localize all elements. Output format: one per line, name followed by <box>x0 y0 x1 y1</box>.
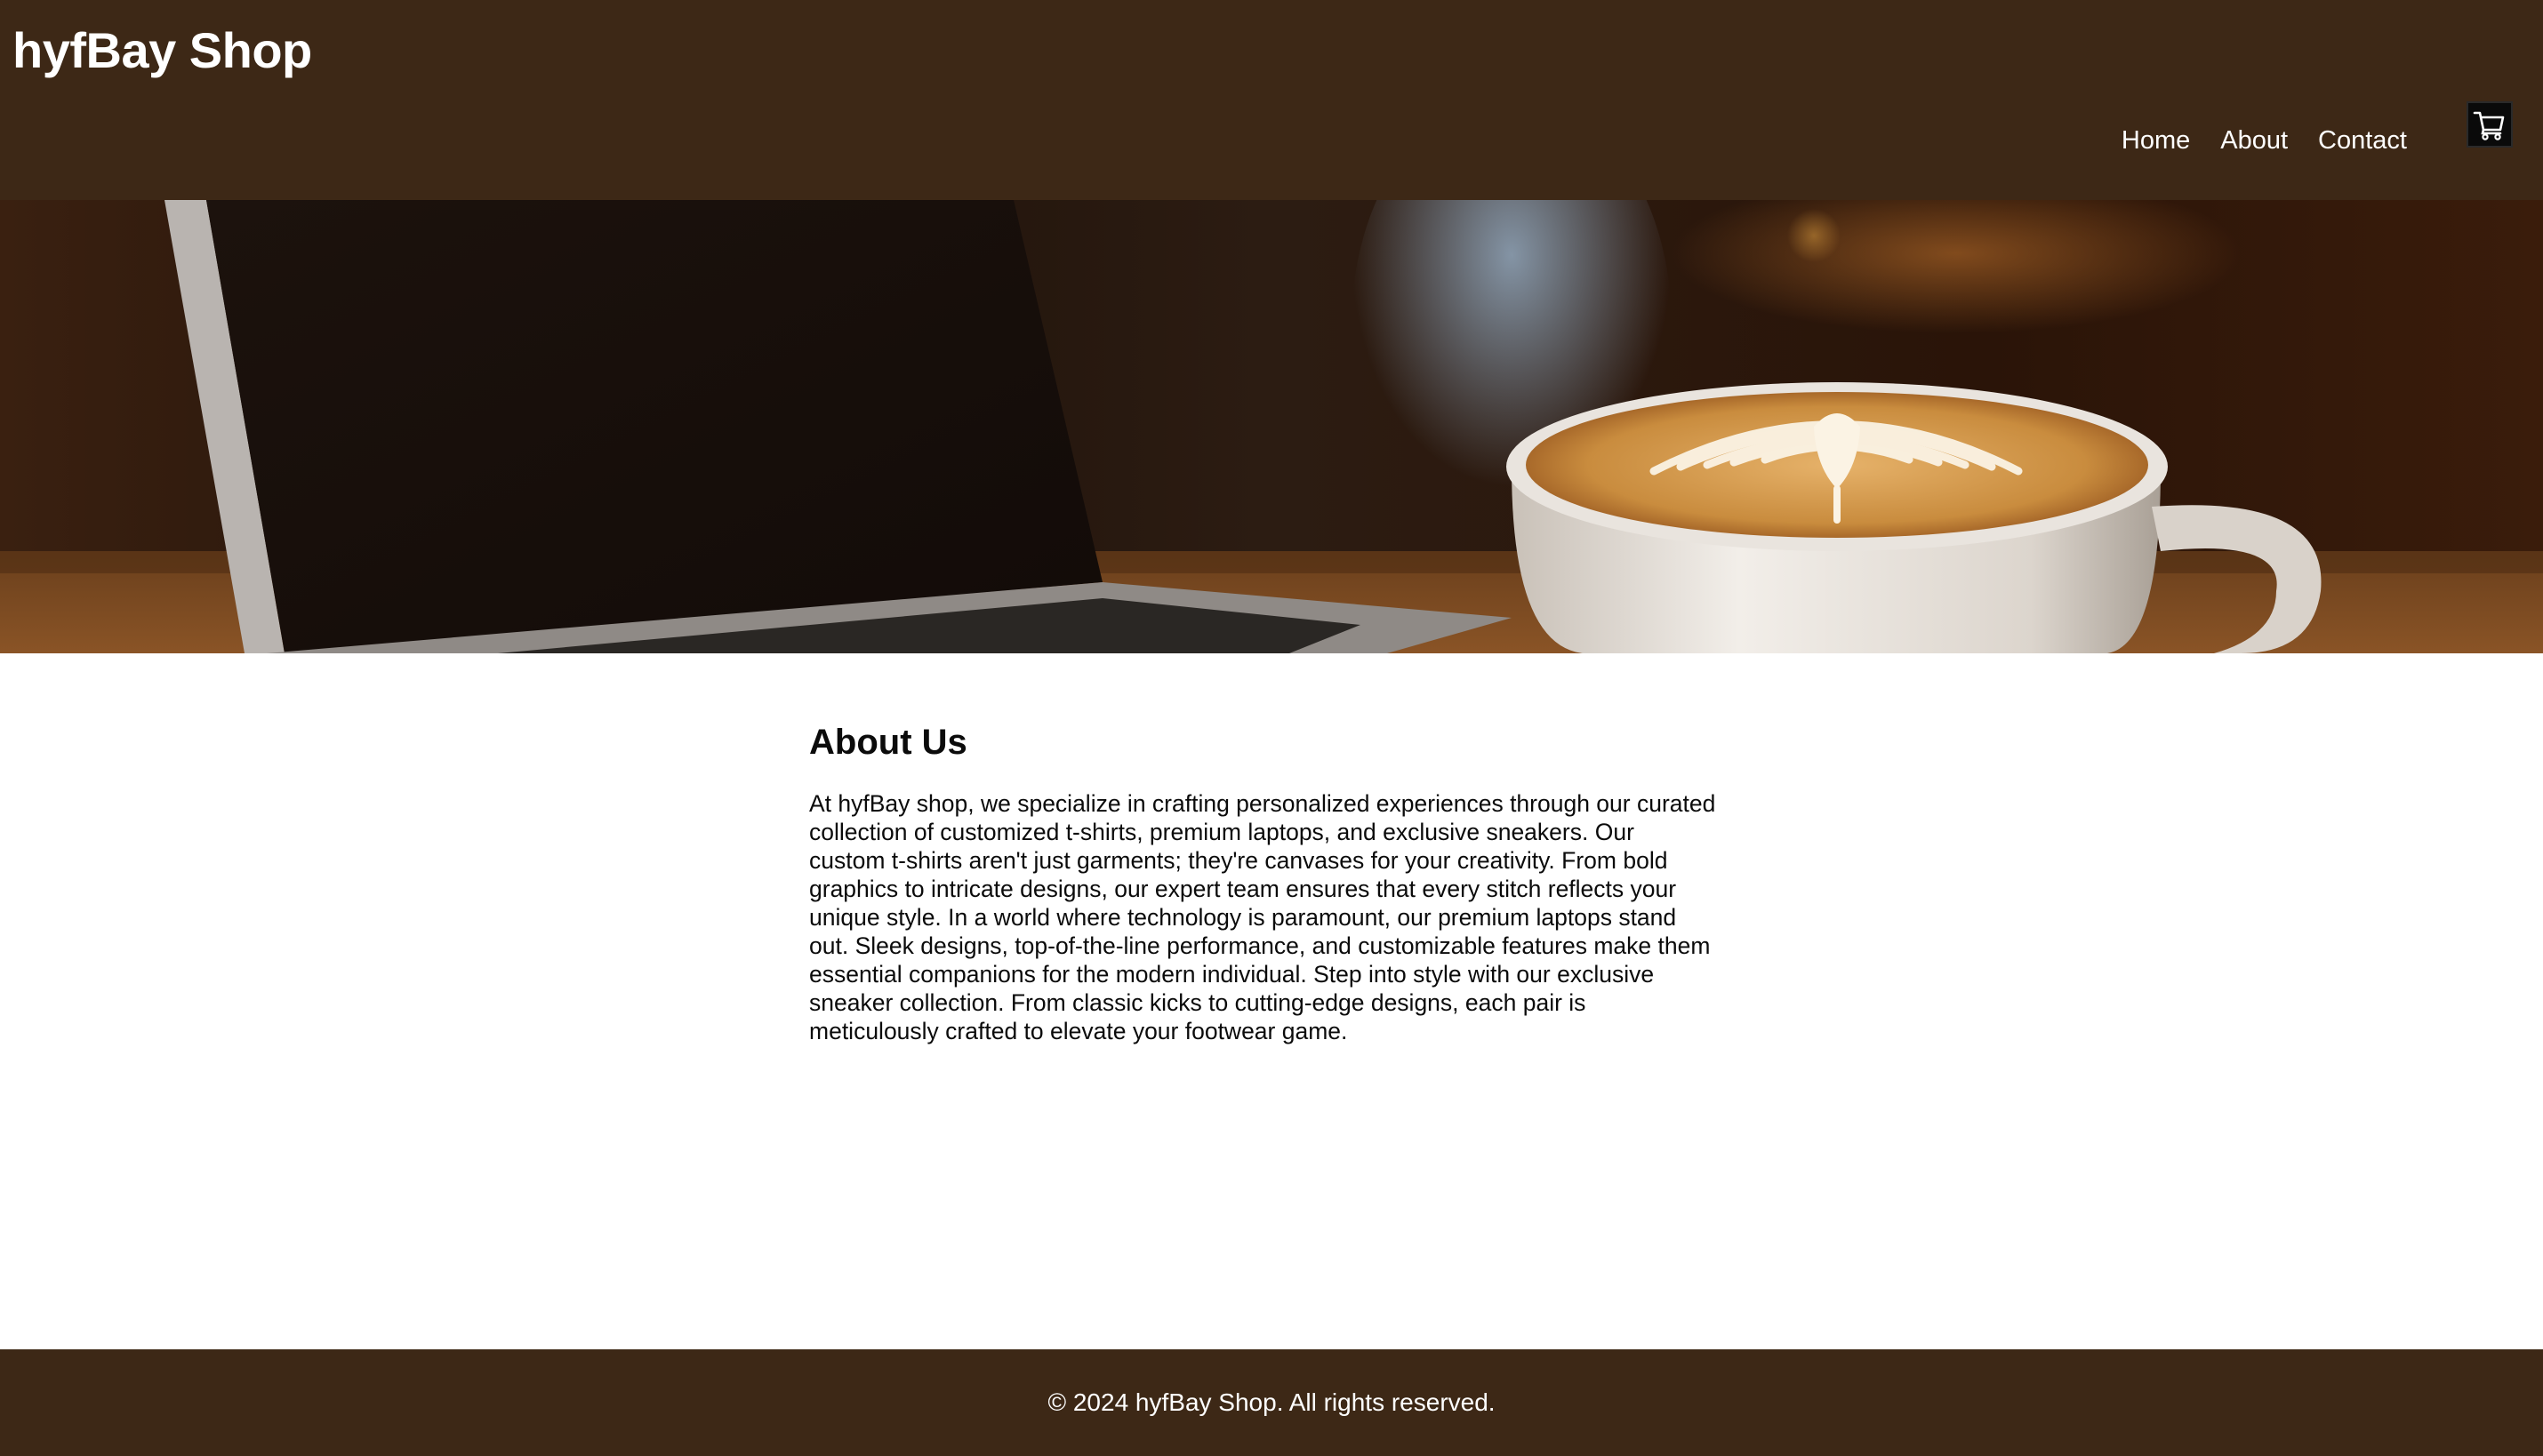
hero-banner <box>0 200 2543 653</box>
nav-link-about[interactable]: About <box>2220 121 2288 160</box>
site-header: hyfBay Shop Home About Contact <box>0 0 2543 200</box>
about-paragraph: At hyfBay shop, we specialize in craftin… <box>809 790 1716 1044</box>
footer-copyright: © 2024 hyfBay Shop. All rights reserved. <box>1047 1388 1496 1416</box>
shopping-cart-icon <box>2473 111 2505 140</box>
hero-image <box>0 200 2543 653</box>
nav-link-contact[interactable]: Contact <box>2318 121 2407 160</box>
main-nav: Home About Contact <box>2122 121 2407 160</box>
about-heading: About Us <box>809 723 967 762</box>
site-footer: © 2024 hyfBay Shop. All rights reserved. <box>0 1349 2543 1456</box>
about-section: About Us At hyfBay shop, we specialize i… <box>809 711 1716 1045</box>
brand-title: hyfBay Shop <box>12 22 312 78</box>
nav-link-home[interactable]: Home <box>2122 121 2190 160</box>
cart-button[interactable] <box>2467 101 2513 148</box>
